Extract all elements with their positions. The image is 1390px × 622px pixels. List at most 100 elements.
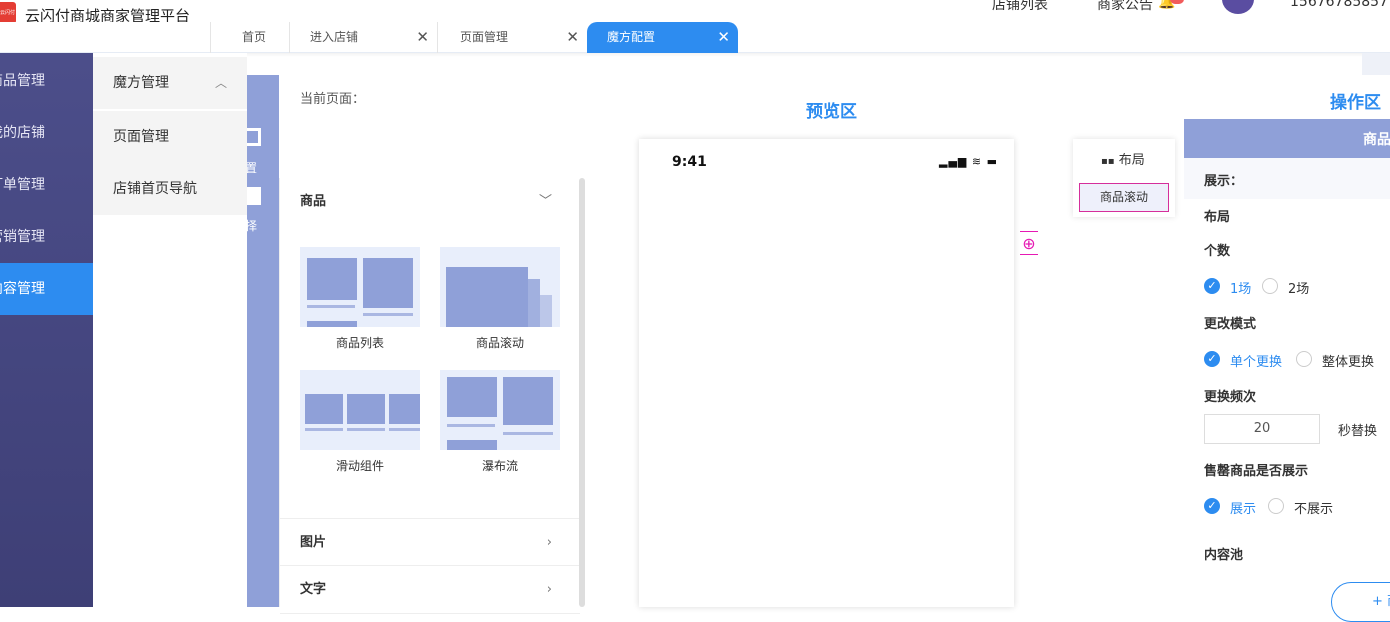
preview-title: 预览区 bbox=[806, 102, 857, 122]
radio-soldout-show[interactable]: ✓ bbox=[1204, 498, 1220, 514]
close-icon[interactable]: ✕ bbox=[566, 22, 579, 53]
grid-icon[interactable] bbox=[247, 187, 261, 205]
sidebar-item-content[interactable]: 内容管理 bbox=[0, 263, 93, 315]
tab-bar: 首页 进入店铺 ✕ 页面管理 ✕ 魔方配置 ✕ bbox=[0, 22, 1390, 53]
radio-label: 2场 bbox=[1288, 282, 1310, 297]
submenu-item-page-management[interactable]: 页面管理 bbox=[93, 111, 247, 163]
image-placeholder-icon bbox=[528, 279, 540, 327]
layout-item-goods-scroll[interactable]: 商品滚动 bbox=[1079, 183, 1169, 212]
phone-preview[interactable]: 9:41 ▂▄▆ ≋ ▬ bbox=[639, 139, 1014, 607]
strip-label-select: 选择 bbox=[247, 219, 258, 233]
store-list-link[interactable]: 店铺列表 bbox=[992, 0, 1048, 14]
text-line bbox=[305, 428, 343, 431]
phone-time: 9:41 bbox=[672, 154, 707, 170]
submenu-header-cube[interactable]: 魔方管理 ︿ bbox=[93, 57, 247, 109]
freq-unit: 秒替换 bbox=[1338, 424, 1378, 439]
component-goods-list[interactable] bbox=[300, 247, 420, 327]
image-placeholder-icon bbox=[389, 394, 420, 424]
close-icon[interactable]: ✕ bbox=[717, 22, 730, 53]
main-sidebar: 商品管理 我的店铺 订单管理 营销管理 内容管理 bbox=[0, 53, 93, 607]
merchant-notice-link[interactable]: 商家公告 bbox=[1097, 0, 1153, 14]
tool-strip: 设置 选择 bbox=[247, 75, 279, 607]
image-placeholder-icon bbox=[540, 295, 552, 327]
grid-icon: ▪▪ bbox=[1101, 156, 1115, 167]
component-panel: 商品 ﹀ 商品列表 商品滚动 滑动组件 瀑布流 图片 › 文字 › bbox=[279, 178, 585, 614]
mode-label: 更改模式 bbox=[1204, 317, 1257, 332]
chevron-right-icon: › bbox=[546, 535, 552, 550]
radio-label: 1场 bbox=[1230, 282, 1252, 297]
add-goods-button[interactable]: + 商品 bbox=[1331, 582, 1390, 622]
submenu-item-store-nav[interactable]: 店铺首页导航 bbox=[93, 163, 247, 215]
sidebar-item-my-store[interactable]: 我的店铺 bbox=[0, 107, 93, 159]
soldout-label: 售罄商品是否展示 bbox=[1204, 464, 1309, 479]
tab-home[interactable]: 首页 bbox=[210, 22, 289, 53]
radio-soldout-hide[interactable] bbox=[1268, 498, 1284, 514]
ops-header: 商品 bbox=[1184, 119, 1390, 158]
image-placeholder-icon bbox=[305, 394, 343, 424]
radio-label: 整体更换 bbox=[1322, 355, 1375, 370]
radio-count-1[interactable]: ✓ bbox=[1204, 278, 1220, 294]
frame-icon[interactable] bbox=[247, 128, 261, 146]
freq-label: 更换频次 bbox=[1204, 390, 1257, 405]
sidebar-item-orders[interactable]: 订单管理 bbox=[0, 159, 93, 211]
image-placeholder-icon bbox=[307, 258, 357, 300]
submenu-header-label: 魔方管理 bbox=[113, 75, 169, 91]
radio-label: 展示 bbox=[1230, 502, 1257, 517]
tab-page-management[interactable]: 页面管理 ✕ bbox=[437, 22, 587, 53]
section-label: 商品 bbox=[300, 194, 327, 209]
submenu: 魔方管理 ︿ 页面管理 店铺首页导航 bbox=[93, 53, 247, 607]
text-line bbox=[347, 428, 385, 431]
sidebar-item-goods[interactable]: 商品管理 bbox=[0, 55, 93, 107]
chevron-up-icon: ︿ bbox=[214, 76, 227, 90]
top-right-strip bbox=[1362, 53, 1390, 75]
ops-title: 操作区 bbox=[1330, 93, 1381, 113]
sidebar-item-label: 营销管理 bbox=[0, 229, 45, 245]
freq-input[interactable]: 20 bbox=[1204, 414, 1320, 444]
radio-mode-all[interactable] bbox=[1296, 351, 1312, 367]
tab-label: 进入店铺 bbox=[310, 30, 359, 44]
tab-enter-store[interactable]: 进入店铺 ✕ bbox=[289, 22, 437, 53]
section-label: 文字 bbox=[300, 582, 327, 597]
section-images[interactable]: 图片 › bbox=[280, 518, 580, 566]
section-goods[interactable]: 商品 ﹀ bbox=[280, 178, 580, 226]
pool-label: 内容池 bbox=[1204, 548, 1244, 563]
image-placeholder-icon bbox=[447, 440, 497, 450]
text-line bbox=[447, 424, 495, 427]
component-label: 滑动组件 bbox=[335, 459, 384, 473]
image-placeholder-icon bbox=[307, 321, 357, 327]
account-phone[interactable]: 15676785857 bbox=[1290, 0, 1388, 10]
image-placeholder-icon bbox=[447, 377, 497, 417]
display-label: 展示： bbox=[1204, 174, 1244, 189]
layout-panel: ▪▪ 布局 商品滚动 bbox=[1073, 139, 1175, 217]
radio-count-2[interactable] bbox=[1262, 278, 1278, 294]
drag-handle-icon[interactable]: ⊕ bbox=[1020, 231, 1038, 255]
sidebar-item-label: 我的店铺 bbox=[0, 125, 45, 141]
text-line bbox=[389, 428, 420, 431]
layout-title-label: 布局 bbox=[1118, 153, 1145, 168]
chevron-down-icon: ﹀ bbox=[538, 194, 552, 209]
sidebar-item-label: 内容管理 bbox=[0, 281, 45, 297]
radio-label: 不展示 bbox=[1294, 502, 1334, 517]
component-scrollbar[interactable] bbox=[579, 178, 585, 607]
text-line bbox=[307, 305, 355, 308]
component-goods-scroll[interactable] bbox=[440, 247, 560, 327]
component-slider[interactable] bbox=[300, 370, 420, 450]
image-placeholder-icon bbox=[503, 377, 553, 425]
radio-label: 单个更换 bbox=[1230, 355, 1283, 370]
tab-label: 魔方配置 bbox=[607, 30, 656, 44]
component-label: 商品滚动 bbox=[475, 336, 524, 350]
sidebar-item-label: 商品管理 bbox=[0, 73, 45, 89]
text-line bbox=[363, 313, 413, 316]
component-label: 商品列表 bbox=[335, 336, 384, 350]
brand-logo: 云闪付 bbox=[0, 2, 16, 24]
sidebar-item-marketing[interactable]: 营销管理 bbox=[0, 211, 93, 263]
layout-title: ▪▪ 布局 bbox=[1101, 149, 1145, 168]
current-page-label: 当前页面： bbox=[300, 92, 366, 107]
radio-mode-single[interactable]: ✓ bbox=[1204, 351, 1220, 367]
component-waterfall[interactable] bbox=[440, 370, 560, 450]
tab-cube-config[interactable]: 魔方配置 ✕ bbox=[587, 22, 738, 53]
text-line bbox=[503, 432, 553, 435]
sidebar-item-label: 订单管理 bbox=[0, 177, 45, 193]
close-icon[interactable]: ✕ bbox=[416, 22, 429, 53]
strip-label-settings: 设置 bbox=[247, 161, 258, 175]
